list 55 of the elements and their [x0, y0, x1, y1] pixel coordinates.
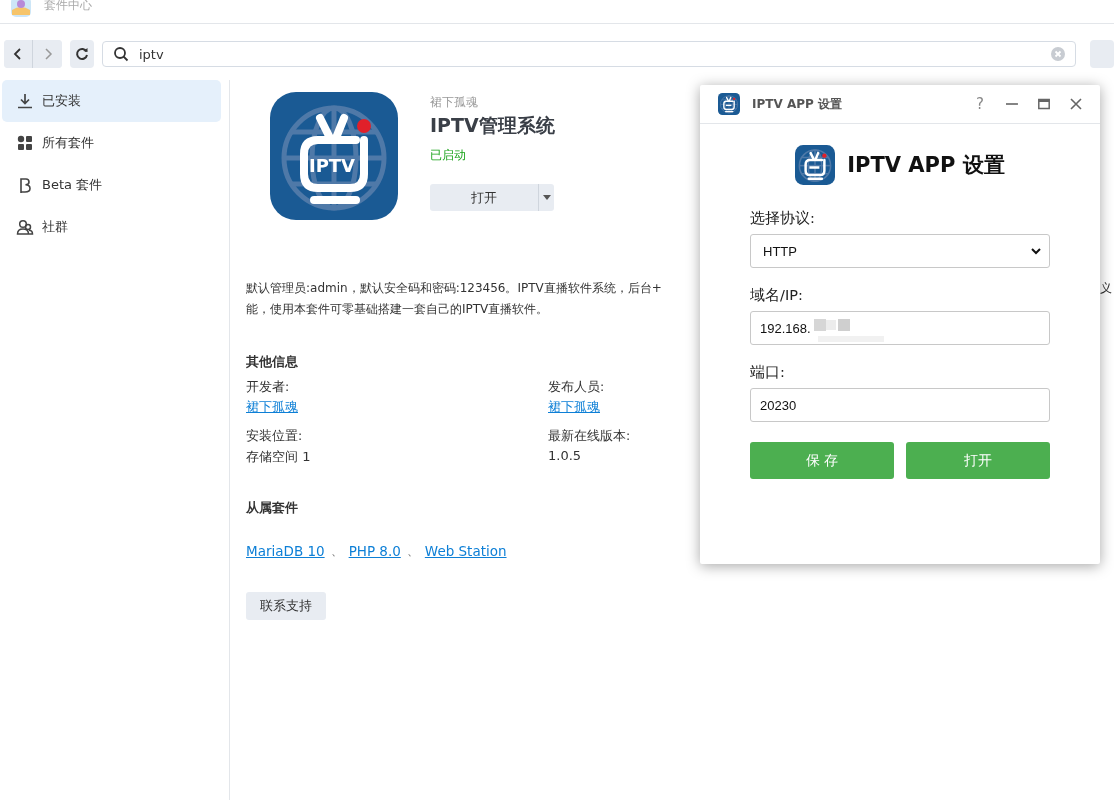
section-title: 其他信息: [246, 354, 299, 371]
refresh-button[interactable]: [70, 40, 94, 68]
caret-icon: [542, 195, 551, 200]
developer-link[interactable]: 裙下孤魂: [246, 399, 298, 416]
back-button[interactable]: [4, 40, 33, 68]
field-label: 域名/IP:: [750, 286, 803, 305]
field-label: 端口:: [750, 363, 785, 382]
tv-app-icon: [795, 145, 836, 185]
description-text: 义: [1100, 280, 1112, 297]
sidebar-item[interactable]: Beta 套件: [2, 164, 221, 206]
tv-app-icon: IPTV: [270, 92, 398, 220]
blur-mask: [814, 316, 884, 344]
separator-text: 、: [406, 543, 419, 560]
package-name: IPTV管理系统: [430, 113, 555, 138]
sidebar-item[interactable]: 社群: [2, 206, 221, 248]
field-label: 选择协议:: [750, 209, 815, 228]
developer-link[interactable]: 裙下孤魂: [548, 399, 600, 416]
separator-text: 、: [330, 543, 343, 560]
info-label: 安装位置:: [246, 428, 303, 445]
info-value: 1.0.5: [548, 448, 582, 463]
description-text: 默认管理员:admin，默认安全码和密码:123456。IPTV直播软件系统，后台+: [246, 280, 662, 297]
grid-icon: [16, 134, 34, 152]
info-value: 存储空间 1: [246, 448, 311, 466]
contact-support-button[interactable]: 联系支持: [246, 592, 326, 620]
maximize-icon: [1038, 98, 1050, 110]
close-icon: [1070, 98, 1082, 110]
dialog-heading: IPTV APP 设置: [847, 152, 1005, 179]
info-label: 发布人员:: [548, 379, 605, 396]
open-button[interactable]: 打开: [430, 184, 538, 211]
tv-app-icon: [718, 93, 740, 115]
help-button[interactable]: ?: [968, 92, 992, 116]
dialog-title: IPTV APP 设置: [752, 95, 842, 113]
protocol-select[interactable]: HTTP: [750, 234, 1050, 268]
dropdown-button[interactable]: [538, 184, 554, 211]
dependency-link[interactable]: MariaDB 10: [246, 543, 325, 559]
app-icon: [10, 0, 32, 18]
text-field[interactable]: 20230: [750, 388, 1050, 422]
text-field[interactable]: 192.168.: [750, 311, 1050, 345]
info-label: 最新在线版本:: [548, 428, 631, 445]
chevron-left-icon: [12, 48, 24, 60]
dependency-link[interactable]: PHP 8.0: [348, 543, 401, 559]
search-field[interactable]: iptv: [102, 41, 1076, 67]
people-icon: [16, 218, 34, 236]
refresh-icon: [75, 47, 89, 61]
publisher-name: 裙下孤魂: [430, 94, 479, 111]
sidebar-item[interactable]: 所有套件: [2, 122, 221, 164]
description-text: 能，使用本套件可零基础搭建一套自己的IPTV直播软件。: [246, 301, 549, 318]
search-icon: [113, 46, 129, 62]
status-text: 已启动: [430, 147, 467, 164]
sidebar-item[interactable]: 已安装: [2, 80, 221, 122]
dependency-link[interactable]: Web Station: [424, 543, 507, 559]
section-title: 从属套件: [246, 500, 299, 517]
info-label: 开发者:: [246, 379, 290, 396]
chevron-down-icon: [1031, 247, 1041, 255]
download-icon: [16, 92, 34, 110]
